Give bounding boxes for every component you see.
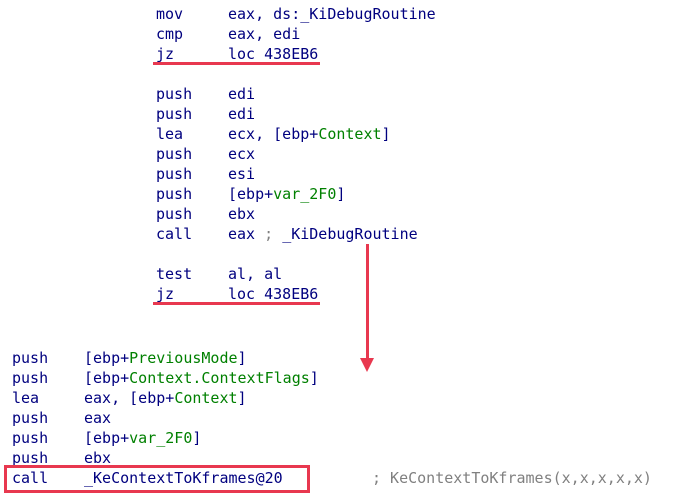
mnemonic: mov bbox=[156, 5, 184, 23]
code-line: cmp eax, edi bbox=[156, 24, 698, 44]
operand-text: [ebp+ bbox=[84, 369, 130, 387]
code-line: call eax ; _KiDebugRoutine bbox=[156, 224, 698, 244]
operand-text: [ebp+ bbox=[84, 429, 130, 447]
operand-text: eax, ds: bbox=[228, 5, 301, 23]
disassembly-view: { "block1": [ {"mnemonic": "mov", "op_pa… bbox=[0, 0, 698, 494]
code-line: push [ebp+var_2F0] bbox=[12, 428, 572, 448]
operands: eax, ds:_KiDebugRoutine bbox=[228, 4, 436, 24]
operands: eax, edi bbox=[228, 24, 300, 44]
operand-text: eax bbox=[84, 409, 112, 427]
mnemonic: push bbox=[156, 165, 193, 183]
code-line: push [ebp+Context.ContextFlags] bbox=[12, 368, 572, 388]
mnemonic: jz bbox=[156, 45, 175, 63]
operands: loc_438EB6 bbox=[228, 44, 318, 64]
mnemonic: push bbox=[156, 185, 193, 203]
operands: loc_438EB6 bbox=[228, 284, 318, 304]
mnemonic: push bbox=[12, 409, 49, 427]
operands: eax bbox=[84, 408, 111, 428]
code-line: push esi bbox=[156, 164, 698, 184]
operand-text: esi bbox=[228, 165, 256, 183]
operands: ebx bbox=[228, 204, 255, 224]
code-line: push [ebp+var_2F0] bbox=[156, 184, 698, 204]
code-line: lea ecx, [ebp+Context] bbox=[156, 124, 698, 144]
mnemonic: lea bbox=[12, 389, 40, 407]
operand-text: ecx, [ebp+ bbox=[228, 125, 319, 143]
operand-text: eax, [ebp+ bbox=[84, 389, 175, 407]
operands: esi bbox=[228, 164, 255, 184]
code-line: test al, al bbox=[156, 264, 698, 284]
operands: [ebp+var_2F0] bbox=[228, 184, 345, 204]
operands: al, al bbox=[228, 264, 282, 284]
call-comment: ; KeContextToKframes(x,x,x,x,x) bbox=[372, 469, 652, 487]
mnemonic: push bbox=[156, 145, 193, 163]
operands: [ebp+var_2F0] bbox=[84, 428, 201, 448]
symbol-ref: PreviousMode bbox=[129, 349, 238, 367]
code-line: push ecx bbox=[156, 144, 698, 164]
operand-text: ] bbox=[309, 369, 319, 387]
operand-text: [ebp+ bbox=[84, 349, 130, 367]
inline-comment: ; bbox=[255, 225, 283, 243]
code-line: jz loc_438EB6 bbox=[156, 44, 698, 64]
operand-text: eax, edi bbox=[228, 25, 301, 43]
mnemonic: test bbox=[156, 265, 193, 283]
operand-text: ecx bbox=[228, 145, 256, 163]
operands: ecx bbox=[228, 144, 255, 164]
flow-arrow-head-icon bbox=[360, 358, 374, 372]
operand-text: ] bbox=[237, 349, 247, 367]
mnemonic: push bbox=[156, 85, 193, 103]
symbol-ref: var_2F0 bbox=[273, 185, 337, 203]
jz-highlight-underline-2 bbox=[153, 302, 320, 305]
mnemonic: push bbox=[156, 105, 193, 123]
symbol-ref: Context bbox=[174, 389, 238, 407]
code-line: push [ebp+PreviousMode] bbox=[12, 348, 572, 368]
operand-text: eax bbox=[228, 225, 256, 243]
operands: eax ; _KiDebugRoutine bbox=[228, 224, 418, 244]
operands: [ebp+Context.ContextFlags] bbox=[84, 368, 319, 388]
mnemonic: push bbox=[12, 369, 49, 387]
operand-text: loc_438EB6 bbox=[228, 45, 319, 63]
operands: eax, [ebp+Context] bbox=[84, 388, 247, 408]
code-line: push eax bbox=[12, 408, 572, 428]
mnemonic: jz bbox=[156, 285, 175, 303]
operand-text: al, al bbox=[228, 265, 283, 283]
mnemonic: push bbox=[12, 429, 49, 447]
operand-text: ] bbox=[381, 125, 391, 143]
operand-text: [ebp+ bbox=[228, 185, 274, 203]
operand-text: edi bbox=[228, 85, 256, 103]
mnemonic: push bbox=[156, 205, 193, 223]
operand-text: ebx bbox=[228, 205, 256, 223]
mnemonic: cmp bbox=[156, 25, 184, 43]
operand-text: ] bbox=[237, 389, 247, 407]
mnemonic: lea bbox=[156, 125, 184, 143]
mnemonic: push bbox=[12, 349, 49, 367]
operand-text: _KiDebugRoutine bbox=[300, 5, 436, 23]
code-line: push edi bbox=[156, 84, 698, 104]
operands: ecx, [ebp+Context] bbox=[228, 124, 391, 144]
call-highlight-box bbox=[4, 465, 310, 493]
operands: edi bbox=[228, 104, 255, 124]
symbol-ref: var_2F0 bbox=[129, 429, 193, 447]
operands: [ebp+PreviousMode] bbox=[84, 348, 247, 368]
flow-arrow-shaft bbox=[366, 244, 369, 360]
code-line: jz loc_438EB6 bbox=[156, 284, 698, 304]
code-line: mov eax, ds:_KiDebugRoutine bbox=[156, 4, 698, 24]
operand-text: ] bbox=[192, 429, 202, 447]
jz-highlight-underline-1 bbox=[153, 62, 320, 65]
symbol-ref: Context.ContextFlags bbox=[129, 369, 310, 387]
operand-text: edi bbox=[228, 105, 256, 123]
operand-text: loc_438EB6 bbox=[228, 285, 319, 303]
mnemonic: call bbox=[156, 225, 193, 243]
operand-text: _KiDebugRoutine bbox=[282, 225, 418, 243]
code-line: lea eax, [ebp+Context] bbox=[12, 388, 572, 408]
operand-text: ] bbox=[336, 185, 346, 203]
code-line: push edi bbox=[156, 104, 698, 124]
code-line: push ebx bbox=[156, 204, 698, 224]
symbol-ref: Context bbox=[318, 125, 382, 143]
operands: edi bbox=[228, 84, 255, 104]
